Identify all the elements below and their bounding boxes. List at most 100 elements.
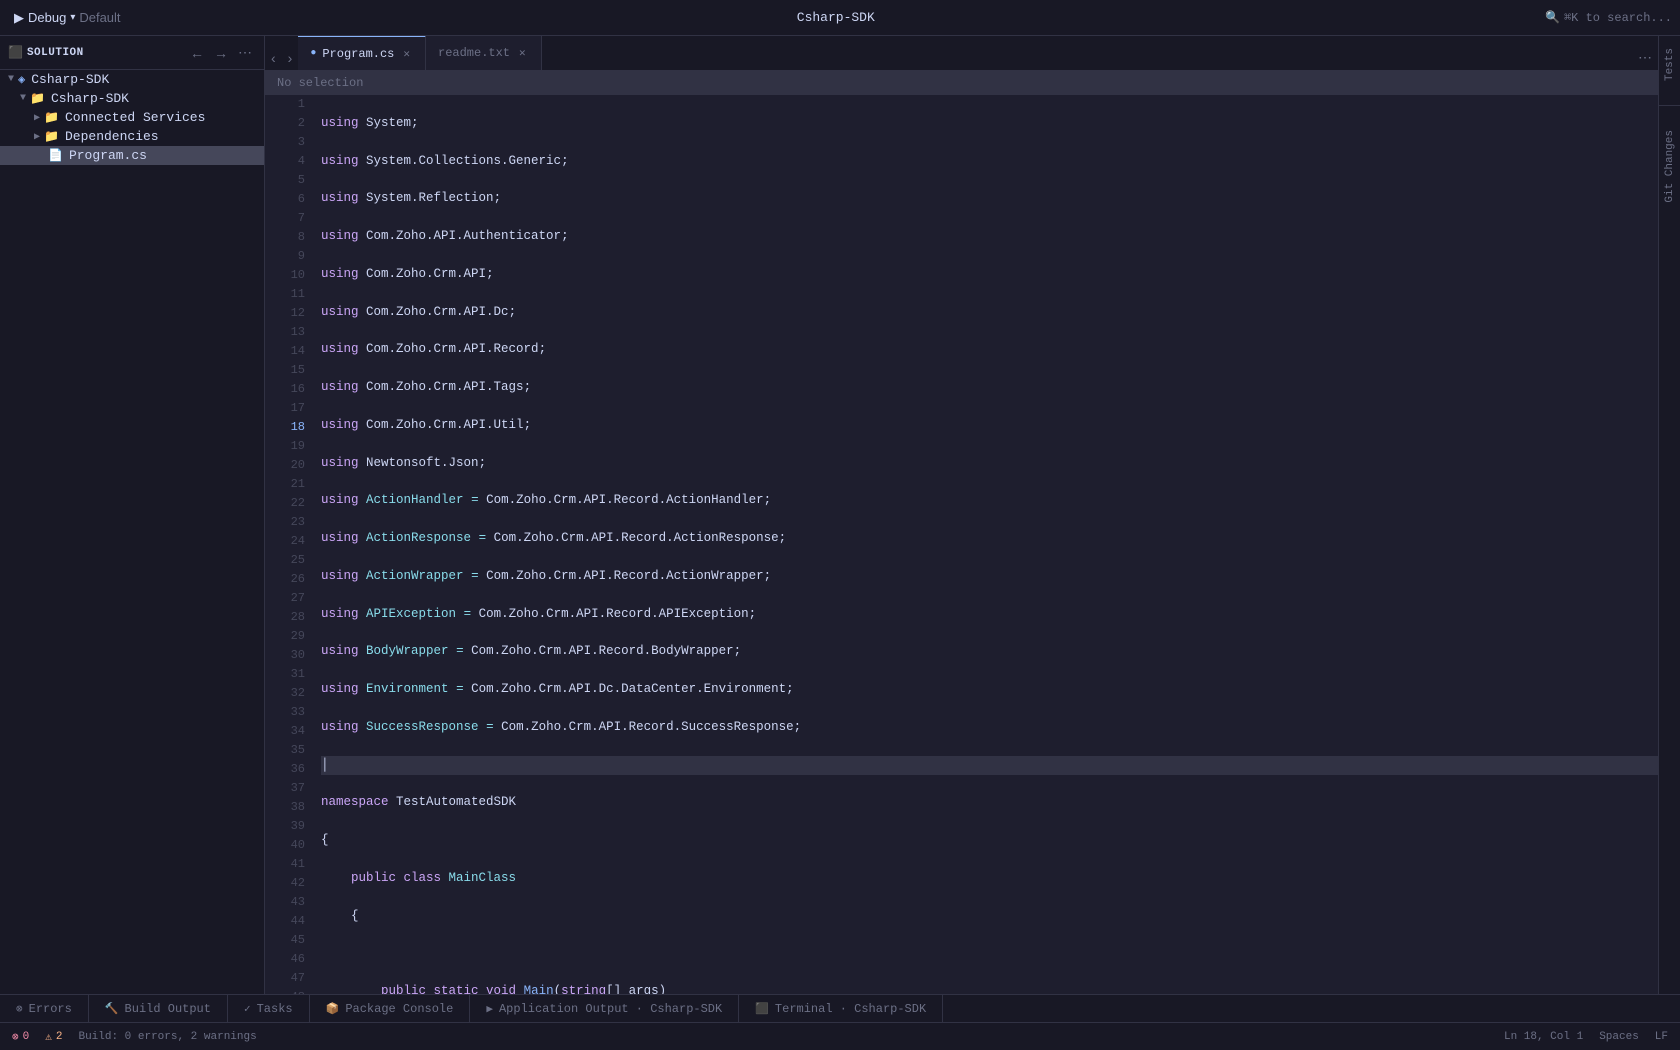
status-left: ⊗ 0 ⚠ 2 Build: 0 errors, 2 warnings bbox=[8, 1028, 261, 1046]
errors-tab[interactable]: ⊗ Errors bbox=[0, 995, 89, 1022]
tab-readme-close[interactable]: ✕ bbox=[516, 45, 529, 61]
errors-label: Errors bbox=[29, 1002, 72, 1016]
code-line-16: using Environment = Com.Zoho.Crm.API.Dc.… bbox=[321, 680, 1658, 699]
bottom-panel: ⊗ Errors 🔨 Build Output ✓ Tasks 📦 Packag… bbox=[0, 994, 1680, 1022]
chevron-icon: ▼ bbox=[20, 93, 26, 104]
status-right: Ln 18, Col 1 Spaces LF bbox=[1500, 1029, 1672, 1045]
code-line-9: using Com.Zoho.Crm.API.Util; bbox=[321, 416, 1658, 435]
sidebar: ⬛ Solution ← → ⋯ ▼ ◈ Csharp-SDK ▼ 📁 Csha… bbox=[0, 36, 265, 994]
ln16: 16 bbox=[273, 380, 305, 399]
ln14: 14 bbox=[273, 342, 305, 361]
tree-item-solution[interactable]: ▼ ◈ Csharp-SDK bbox=[0, 70, 264, 89]
search-bar[interactable]: 🔍 ⌘K to search... bbox=[1545, 10, 1672, 25]
tree-item-connected[interactable]: ▶ 📁 Connected Services bbox=[0, 108, 264, 127]
ln12: 12 bbox=[273, 304, 305, 323]
package-console-tab[interactable]: 📦 Package Console bbox=[310, 995, 471, 1022]
connected-icon: 📁 bbox=[44, 110, 59, 125]
tab-nav-back[interactable]: ‹ bbox=[265, 46, 282, 70]
sidebar-actions: ← → ⋯ bbox=[186, 42, 256, 63]
tab-more-button[interactable]: ⋯ bbox=[1632, 45, 1658, 70]
no-selection-text: No selection bbox=[277, 76, 363, 90]
code-line-11: using ActionHandler = Com.Zoho.Crm.API.R… bbox=[321, 491, 1658, 510]
cursor-position[interactable]: Ln 18, Col 1 bbox=[1500, 1029, 1587, 1045]
sidebar-header: ⬛ Solution ← → ⋯ bbox=[0, 36, 264, 70]
tab-program-close[interactable]: ✕ bbox=[400, 46, 413, 62]
code-line-23 bbox=[321, 944, 1658, 963]
warnings-status[interactable]: ⚠ 2 bbox=[41, 1028, 66, 1046]
encoding-type[interactable]: LF bbox=[1651, 1029, 1672, 1045]
project-label: Csharp-SDK bbox=[51, 91, 129, 106]
code-line-4: using Com.Zoho.API.Authenticator; bbox=[321, 227, 1658, 246]
code-line-24: public static void Main(string[] args) bbox=[321, 982, 1658, 994]
ln24: 24 bbox=[273, 532, 305, 551]
main-layout: ⬛ Solution ← → ⋯ ▼ ◈ Csharp-SDK ▼ 📁 Csha… bbox=[0, 36, 1680, 994]
code-line-10: using Newtonsoft.Json; bbox=[321, 454, 1658, 473]
ln29: 29 bbox=[273, 627, 305, 646]
ln39: 39 bbox=[273, 817, 305, 836]
indent-text: Spaces bbox=[1599, 1031, 1639, 1043]
app-output-label: Application Output · Csharp-SDK bbox=[499, 1002, 722, 1016]
code-line-15: using BodyWrapper = Com.Zoho.Crm.API.Rec… bbox=[321, 642, 1658, 661]
tasks-icon: ✓ bbox=[244, 1002, 251, 1016]
tab-readme[interactable]: readme.txt ✕ bbox=[426, 36, 542, 70]
code-line-5: using Com.Zoho.Crm.API; bbox=[321, 265, 1658, 284]
sidebar-back-btn[interactable]: ← bbox=[186, 42, 208, 63]
file-icon: 📄 bbox=[48, 148, 63, 163]
code-line-2: using System.Collections.Generic; bbox=[321, 152, 1658, 171]
code-editor[interactable]: 1 2 3 4 5 6 7 8 9 10 11 12 13 14 15 16 1… bbox=[265, 95, 1658, 994]
build-output-tab[interactable]: 🔨 Build Output bbox=[89, 995, 228, 1022]
app-output-tab[interactable]: ▶ Application Output · Csharp-SDK bbox=[470, 995, 739, 1022]
ln7: 7 bbox=[273, 209, 305, 228]
build-status[interactable]: Build: 0 errors, 2 warnings bbox=[74, 1029, 260, 1045]
ln3: 3 bbox=[273, 133, 305, 152]
code-content[interactable]: using System; using System.Collections.G… bbox=[313, 95, 1658, 994]
program-label: Program.cs bbox=[69, 148, 147, 163]
solution-node-label: Csharp-SDK bbox=[31, 72, 109, 87]
position-text: Ln 18, Col 1 bbox=[1504, 1031, 1583, 1043]
ln25: 25 bbox=[273, 551, 305, 570]
code-line-18: │ bbox=[321, 756, 1658, 775]
ln31: 31 bbox=[273, 665, 305, 684]
vertical-tabs: Tests Git Changes bbox=[1658, 36, 1680, 994]
divider bbox=[1659, 105, 1680, 106]
tree-item-dependencies[interactable]: ▶ 📁 Dependencies bbox=[0, 127, 264, 146]
chevron-icon: ▼ bbox=[8, 74, 14, 85]
code-line-14: using APIException = Com.Zoho.Crm.API.Re… bbox=[321, 605, 1658, 624]
run-button[interactable]: ▶ Debug ▾ Default bbox=[8, 8, 127, 28]
ln10: 10 bbox=[273, 266, 305, 285]
tree-item-project[interactable]: ▼ 📁 Csharp-SDK bbox=[0, 89, 264, 108]
sidebar-title: Solution bbox=[27, 47, 182, 59]
ln18: 18 bbox=[273, 418, 305, 437]
chevron-down-icon: ▾ bbox=[70, 12, 75, 23]
terminal-tab[interactable]: ⬛ Terminal · Csharp-SDK bbox=[739, 995, 943, 1022]
selection-bar: No selection bbox=[265, 71, 1658, 95]
tasks-tab[interactable]: ✓ Tasks bbox=[228, 995, 310, 1022]
ln9: 9 bbox=[273, 247, 305, 266]
ln26: 26 bbox=[273, 570, 305, 589]
code-line-21: public class MainClass bbox=[321, 869, 1658, 888]
code-line-1: using System; bbox=[321, 114, 1658, 133]
ln15: 15 bbox=[273, 361, 305, 380]
tests-tab[interactable]: Tests bbox=[1662, 44, 1678, 85]
ln42: 42 bbox=[273, 874, 305, 893]
toolbar: ▶ Debug ▾ Default Csharp-SDK 🔍 ⌘K to sea… bbox=[0, 0, 1680, 36]
tab-nav-forward[interactable]: › bbox=[282, 46, 299, 70]
build-label: Build: 0 errors, 2 warnings bbox=[78, 1031, 256, 1043]
indentation-type[interactable]: Spaces bbox=[1595, 1029, 1643, 1045]
warnings-count: 2 bbox=[56, 1031, 63, 1043]
build-icon: 🔨 bbox=[105, 1002, 119, 1016]
tab-program[interactable]: ● Program.cs ✕ bbox=[298, 36, 426, 70]
git-changes-tab[interactable]: Git Changes bbox=[1662, 126, 1678, 207]
encoding-text: LF bbox=[1655, 1031, 1668, 1043]
sidebar-forward-btn[interactable]: → bbox=[210, 42, 232, 63]
ln23: 23 bbox=[273, 513, 305, 532]
ln35: 35 bbox=[273, 741, 305, 760]
errors-status[interactable]: ⊗ 0 bbox=[8, 1028, 33, 1046]
errors-icon: ⊗ bbox=[16, 1002, 23, 1016]
ln20: 20 bbox=[273, 456, 305, 475]
chevron-right-icon: ▶ bbox=[34, 112, 40, 124]
sidebar-more-btn[interactable]: ⋯ bbox=[234, 42, 256, 63]
tree-item-program[interactable]: 📄 Program.cs bbox=[0, 146, 264, 165]
tabs-bar: ‹ › ● Program.cs ✕ readme.txt ✕ ⋯ bbox=[265, 36, 1658, 71]
package-console-label: Package Console bbox=[345, 1002, 453, 1016]
